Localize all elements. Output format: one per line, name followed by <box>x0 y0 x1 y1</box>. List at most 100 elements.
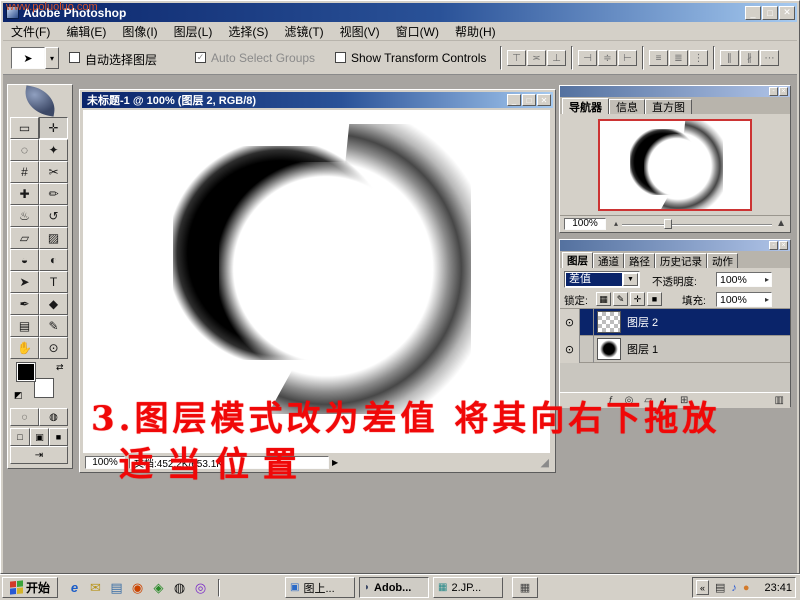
jump-to-imageready-button[interactable]: ⇥ <box>10 446 68 464</box>
eraser-tool[interactable]: ▱ <box>10 227 39 249</box>
msn-icon[interactable]: ◈ <box>150 579 167 596</box>
maximize-button[interactable]: □ <box>762 6 778 20</box>
lock-all-icon[interactable]: ■ <box>647 292 662 306</box>
fullscreen-icon[interactable]: ■ <box>49 428 68 446</box>
type-tool[interactable]: T <box>39 271 68 293</box>
distribute-hcenter-icon[interactable]: ∦ <box>740 50 759 66</box>
shape-tool[interactable]: ◆ <box>39 293 68 315</box>
distribute-top-icon[interactable]: ≡ <box>649 50 668 66</box>
healing-brush-tool[interactable]: ✚ <box>10 183 39 205</box>
taskbar-small-button[interactable]: ▦ <box>512 577 538 598</box>
mail-icon[interactable]: ✉ <box>87 579 104 596</box>
auto-select-layer-checkbox[interactable] <box>69 52 80 63</box>
tab-layers[interactable]: 图层 <box>562 252 593 268</box>
blend-mode-dropdown[interactable]: 差值 ▼ <box>564 271 640 288</box>
layers-minimize-button[interactable]: - <box>769 241 778 250</box>
navigator-zoom-box[interactable]: 100% <box>564 218 606 230</box>
menu-edit[interactable]: 编辑(E) <box>58 21 114 42</box>
layer-row-selected[interactable]: ⊙ 图层 2 <box>560 309 790 336</box>
auto-select-groups-checkbox[interactable]: ✓ <box>195 52 206 63</box>
tab-paths[interactable]: 路径 <box>624 253 655 268</box>
align-hcenter-icon[interactable]: ≑ <box>598 50 617 66</box>
default-colors-icon[interactable]: ◩ <box>14 390 23 401</box>
magic-wand-tool[interactable]: ✦ <box>39 139 68 161</box>
tab-navigator[interactable]: 导航器 <box>562 98 609 114</box>
taskbar-window-button-active[interactable]: ◗ Adob... <box>359 577 429 598</box>
delete-layer-icon[interactable]: ▥ <box>775 395 784 406</box>
browser-icon[interactable]: ◎ <box>192 579 209 596</box>
volume-icon[interactable]: ♪ <box>731 582 737 594</box>
hand-tool[interactable]: ✋ <box>10 337 39 359</box>
foreground-color-swatch[interactable] <box>16 362 36 382</box>
menu-select[interactable]: 选择(S) <box>220 21 276 42</box>
background-color-swatch[interactable] <box>34 378 54 398</box>
brush-tool[interactable]: ✏ <box>39 183 68 205</box>
zoom-in-icon[interactable]: ▲ <box>776 218 786 229</box>
notes-tool[interactable]: ▤ <box>10 315 39 337</box>
menu-filter[interactable]: 滤镜(T) <box>276 21 331 42</box>
navigator-minimize-button[interactable]: - <box>769 87 778 96</box>
standard-screen-icon[interactable]: □ <box>10 428 30 446</box>
close-button[interactable]: ✕ <box>779 6 795 20</box>
dodge-tool[interactable]: ◐ <box>39 249 68 271</box>
navigator-thumbnail[interactable] <box>598 119 752 211</box>
align-bottom-icon[interactable]: ⊥ <box>547 50 566 66</box>
tab-histogram[interactable]: 直方图 <box>645 99 692 114</box>
menu-image[interactable]: 图像(I) <box>114 21 165 42</box>
show-desktop-icon[interactable]: ▤ <box>108 579 125 596</box>
eyedropper-tool[interactable]: ✎ <box>39 315 68 337</box>
tray-chevron-icon[interactable]: « <box>696 580 709 595</box>
lock-paint-icon[interactable]: ✎ <box>613 292 628 306</box>
zoom-out-icon[interactable]: ▴ <box>614 219 618 228</box>
tool-preset-arrow[interactable]: ▾ <box>45 47 59 69</box>
path-select-tool[interactable]: ➤ <box>10 271 39 293</box>
zoom-tool[interactable]: ⊙ <box>39 337 68 359</box>
swap-colors-icon[interactable]: ⇄ <box>56 362 64 373</box>
rect-marquee-tool[interactable]: ▭ <box>10 117 39 139</box>
menu-layer[interactable]: 图层(L) <box>166 21 221 42</box>
layers-titlebar[interactable]: - × <box>560 240 790 251</box>
menu-view[interactable]: 视图(V) <box>332 21 388 42</box>
crop-tool[interactable]: # <box>10 161 39 183</box>
opacity-popup-arrow-icon[interactable]: ▸ <box>765 275 771 284</box>
layer-row[interactable]: ⊙ 图层 1 <box>560 336 790 363</box>
lock-position-icon[interactable]: ✛ <box>630 292 645 306</box>
taskbar-window-button[interactable]: ▣ 图上... <box>285 577 355 598</box>
tool-preset-picker[interactable]: ➤ <box>11 47 45 69</box>
menu-window[interactable]: 窗口(W) <box>388 21 447 42</box>
navigator-close-button[interactable]: × <box>779 87 788 96</box>
navigator-titlebar[interactable]: - × <box>560 86 790 97</box>
doc-maximize-button[interactable]: □ <box>522 94 536 106</box>
lasso-tool[interactable]: ◌ <box>10 139 39 161</box>
layers-close-button[interactable]: × <box>779 241 788 250</box>
show-transform-controls-checkbox[interactable] <box>335 52 346 63</box>
tab-history[interactable]: 历史记录 <box>655 253 707 268</box>
align-vcenter-icon[interactable]: ≍ <box>527 50 546 66</box>
tab-info[interactable]: 信息 <box>609 99 645 114</box>
media-player-icon[interactable]: ◉ <box>129 579 146 596</box>
quick-mask-mode-button[interactable]: ◍ <box>39 408 68 426</box>
keyboard-icon[interactable]: ▤ <box>715 581 725 594</box>
resize-grip-icon[interactable]: ◢ <box>541 456 549 469</box>
navigator-zoom-slider[interactable] <box>622 219 772 229</box>
menu-help[interactable]: 帮助(H) <box>447 21 504 42</box>
distribute-right-icon[interactable]: ⋯ <box>760 50 779 66</box>
slice-tool[interactable]: ✂ <box>39 161 68 183</box>
blend-dropdown-arrow-icon[interactable]: ▼ <box>623 273 638 286</box>
align-left-icon[interactable]: ⊣ <box>578 50 597 66</box>
lock-transparency-icon[interactable]: ▦ <box>596 292 611 306</box>
blur-tool[interactable]: ◒ <box>10 249 39 271</box>
qq-icon[interactable]: ◍ <box>171 579 188 596</box>
menu-file[interactable]: 文件(F) <box>3 21 58 42</box>
opacity-field[interactable]: 100% ▸ <box>716 272 772 287</box>
fullscreen-menubar-icon[interactable]: ▣ <box>30 428 49 446</box>
ie-icon[interactable]: e <box>66 579 83 596</box>
document-titlebar[interactable]: 未标题-1 @ 100% (图层 2, RGB/8) _ □ ✕ <box>82 92 553 108</box>
fill-popup-arrow-icon[interactable]: ▸ <box>765 295 771 304</box>
layer1-thumbnail[interactable] <box>597 338 621 360</box>
move-tool[interactable]: ✛ <box>39 117 68 139</box>
start-button[interactable]: 开始 <box>2 577 58 598</box>
fill-field[interactable]: 100% ▸ <box>716 292 772 307</box>
qq-tray-icon[interactable]: ● <box>743 582 750 594</box>
distribute-vcenter-icon[interactable]: ≣ <box>669 50 688 66</box>
